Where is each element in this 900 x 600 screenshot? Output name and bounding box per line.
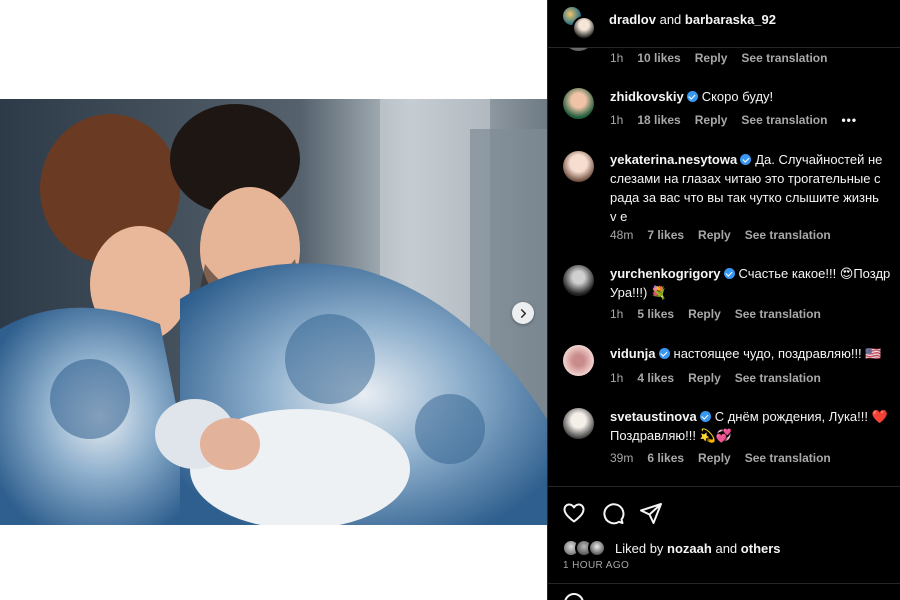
comment-likes[interactable]: 4 likes xyxy=(637,371,674,385)
likers-avatars[interactable] xyxy=(562,539,608,557)
commenter-avatar[interactable] xyxy=(563,88,594,119)
comment-time: 1h xyxy=(610,371,624,385)
liked-by-and: and xyxy=(715,541,738,556)
comments-panel: 1h 10 likes Reply See translation zhidkovsk… xyxy=(547,0,900,600)
comment-message-line: рада за вас что вы так чутко слышите жиз… xyxy=(610,190,879,205)
collab-avatars[interactable] xyxy=(561,5,597,41)
comment-username[interactable]: yurchenkogrigory xyxy=(610,266,721,281)
liked-by-text: Liked by nozaah and others xyxy=(615,541,781,556)
comment-message-line: v e xyxy=(610,209,628,224)
comment-message-line: Ура!!!) 💐 xyxy=(610,285,668,300)
reply-button[interactable]: Reply xyxy=(688,371,721,385)
see-translation-button[interactable]: See translation xyxy=(735,307,821,321)
chevron-right-icon xyxy=(520,308,526,318)
post-photo[interactable] xyxy=(0,99,547,525)
verified-icon xyxy=(658,348,670,359)
comment-meta: 39m 6 likes Reply See translation xyxy=(610,451,845,465)
comment-icon[interactable] xyxy=(601,501,625,525)
verified-icon xyxy=(740,154,752,165)
next-photo-button[interactable] xyxy=(512,302,534,324)
comment-text: svetaustinova С днём рождения, Лука!!! ❤️… xyxy=(610,407,900,445)
comment-likes[interactable]: 10 likes xyxy=(637,51,680,65)
comment-message: Счастье какое!!! 😍Поздр xyxy=(738,266,891,281)
author-joiner: and xyxy=(659,12,682,27)
comment-message-line: слезами на глазах читаю это трогательные… xyxy=(610,171,881,186)
comment-username[interactable]: zhidkovskiy xyxy=(610,89,684,104)
comment-message: Скоро буду! xyxy=(701,89,774,104)
comment-meta: 48m 7 likes Reply See translation xyxy=(610,228,845,242)
reply-button[interactable]: Reply xyxy=(688,307,721,321)
heart-icon[interactable] xyxy=(562,501,586,525)
liked-by-prefix: Liked by xyxy=(615,541,664,556)
avatar[interactable] xyxy=(572,16,596,40)
comment-likes[interactable]: 7 likes xyxy=(647,228,684,242)
comment-time: 48m xyxy=(610,228,634,242)
verified-icon xyxy=(686,91,698,102)
see-translation-button[interactable]: See translation xyxy=(741,113,827,127)
media-area xyxy=(0,0,547,600)
more-icon[interactable]: ••• xyxy=(841,113,857,127)
comment-meta: 1h 4 likes Reply See translation xyxy=(610,371,835,385)
share-icon[interactable] xyxy=(639,501,663,525)
comment-time: 1h xyxy=(610,113,624,127)
reply-button[interactable]: Reply xyxy=(695,51,728,65)
post-timestamp: 1 HOUR AGO xyxy=(563,560,630,571)
liked-by-username[interactable]: nozaah xyxy=(667,541,712,556)
comments-list[interactable]: 1h 10 likes Reply See translation zhidkovsk… xyxy=(548,0,900,486)
comment-message: настоящее чудо, поздравляю!!! 🇺🇸 xyxy=(673,346,882,361)
author-username[interactable]: dradlov xyxy=(609,12,656,27)
see-translation-button[interactable]: See translation xyxy=(741,51,827,65)
comment-text: yurchenkogrigory Счастье какое!!! 😍Поздр … xyxy=(610,264,900,302)
comment-meta: 1h 10 likes Reply See translation xyxy=(610,51,841,65)
post-header: dradlov and barbaraska_92 xyxy=(548,0,900,48)
comment-likes[interactable]: 5 likes xyxy=(637,307,674,321)
comment-time: 1h xyxy=(610,51,624,65)
see-translation-button[interactable]: See translation xyxy=(735,371,821,385)
comment-text: yekaterina.nesytowa Да. Случайностей не с… xyxy=(610,150,900,226)
see-translation-button[interactable]: See translation xyxy=(745,451,831,465)
see-translation-button[interactable]: See translation xyxy=(745,228,831,242)
avatar xyxy=(588,539,606,557)
comment-meta: 1h 5 likes Reply See translation xyxy=(610,307,835,321)
commenter-avatar[interactable] xyxy=(563,345,594,376)
reply-button[interactable]: Reply xyxy=(698,451,731,465)
reply-button[interactable]: Reply xyxy=(695,113,728,127)
comment-text: vidunja настоящее чудо, поздравляю!!! 🇺🇸 xyxy=(610,344,900,363)
reply-button[interactable]: Reply xyxy=(698,228,731,242)
comment-likes[interactable]: 18 likes xyxy=(637,113,680,127)
emoji-icon[interactable] xyxy=(564,593,584,600)
comment-username[interactable]: svetaustinova xyxy=(610,409,697,424)
comment-text: zhidkovskiy Скоро буду! xyxy=(610,87,900,106)
post-authors: dradlov and barbaraska_92 xyxy=(609,12,776,27)
verified-icon xyxy=(699,411,711,422)
comment-time: 1h xyxy=(610,307,624,321)
comment-likes[interactable]: 6 likes xyxy=(647,451,684,465)
comment-time: 39m xyxy=(610,451,634,465)
comment-message: Да. Случайностей не xyxy=(755,152,883,167)
post-actions: Liked by nozaah and others 1 HOUR AGO xyxy=(548,486,900,600)
divider xyxy=(548,583,900,584)
comment-username[interactable]: yekaterina.nesytowa xyxy=(610,152,737,167)
commenter-avatar[interactable] xyxy=(563,265,594,296)
comment-message-line: Поздравляю!!! 💫💞 xyxy=(610,428,732,443)
commenter-avatar[interactable] xyxy=(563,408,594,439)
liked-by-others[interactable]: others xyxy=(741,541,781,556)
comment-meta: 1h 18 likes Reply See translation ••• xyxy=(610,113,871,127)
commenter-avatar[interactable] xyxy=(563,151,594,182)
comment-username[interactable]: vidunja xyxy=(610,346,656,361)
verified-icon xyxy=(723,268,735,279)
comment-message: С днём рождения, Лука!!! ❤️ xyxy=(714,409,888,424)
author-username[interactable]: barbaraska_92 xyxy=(685,12,776,27)
